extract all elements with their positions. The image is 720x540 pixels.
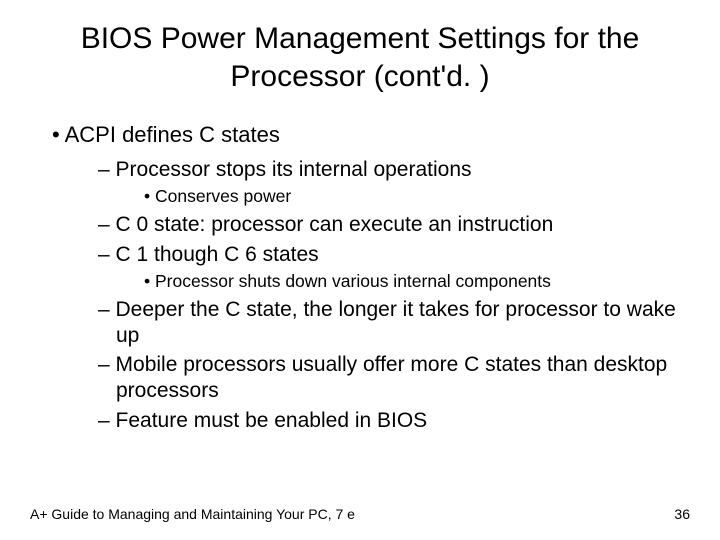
slide-body: ACPI defines C states Processor stops it… [30, 121, 690, 433]
bullet-l2: C 0 state: processor can execute an inst… [42, 212, 690, 238]
bullet-l2: Feature must be enabled in BIOS [42, 408, 690, 434]
slide-footer: A+ Guide to Managing and Maintaining You… [30, 506, 690, 522]
bullet-l3: Processor shuts down various internal co… [42, 271, 690, 293]
bullet-l2: C 1 though C 6 states [42, 242, 690, 268]
bullet-l3: Conserves power [42, 186, 690, 208]
bullet-l2: Mobile processors usually offer more C s… [42, 352, 690, 403]
bullet-l1: ACPI defines C states [42, 121, 690, 149]
bullet-l2: Processor stops its internal operations [42, 157, 690, 183]
footer-source: A+ Guide to Managing and Maintaining You… [30, 506, 355, 522]
slide-title: BIOS Power Management Settings for the P… [30, 20, 690, 95]
page-number: 36 [674, 506, 690, 522]
bullet-l2: Deeper the C state, the longer it takes … [42, 297, 690, 348]
